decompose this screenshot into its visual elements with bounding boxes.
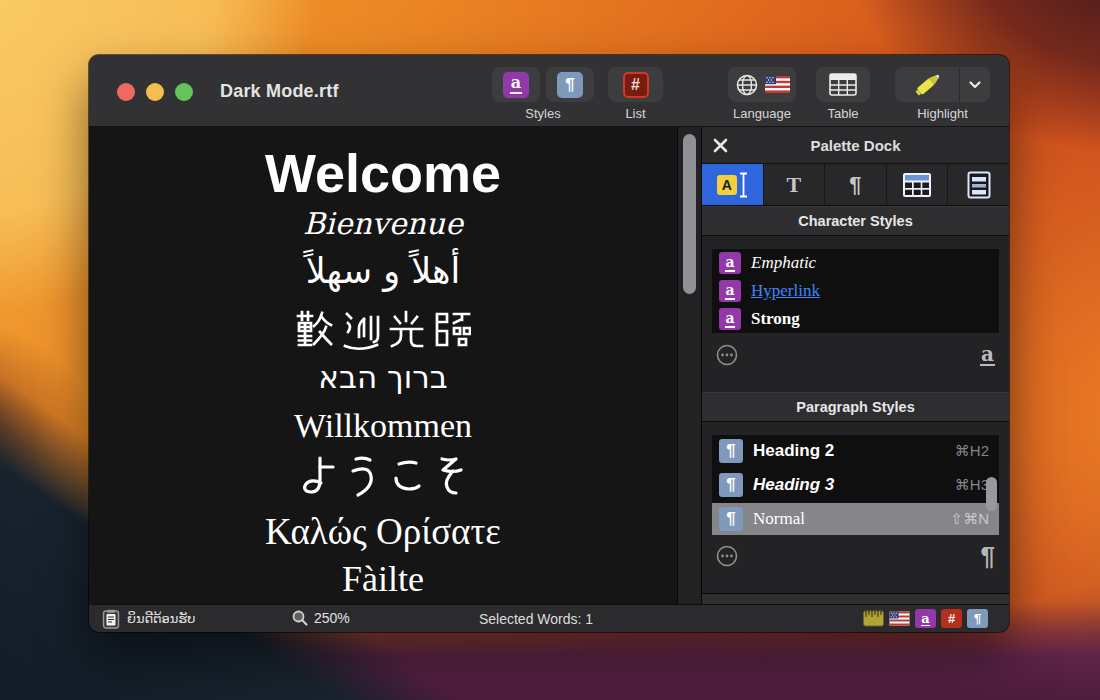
next-section-strip bbox=[702, 593, 1009, 604]
style-row-heading2[interactable]: ¶ Heading 2 ⌘H2 bbox=[712, 435, 999, 467]
toolbar-group-language: Language bbox=[728, 67, 796, 121]
list-icon: # bbox=[623, 72, 649, 98]
document-scrollbar-thumb[interactable] bbox=[683, 134, 696, 294]
us-flag-icon bbox=[765, 76, 790, 93]
style-row-normal[interactable]: ¶ Normal ⇧⌘N bbox=[712, 503, 999, 535]
window-titlebar: Dark Mode.rtf a ¶ Styles # bbox=[89, 55, 1009, 127]
tab-typography[interactable]: T bbox=[764, 164, 826, 205]
clipboard-icon[interactable] bbox=[102, 609, 120, 629]
doc-line-arabic: أهلاً و سهلاً bbox=[89, 251, 677, 291]
highlight-dropdown-button[interactable] bbox=[959, 67, 990, 102]
doc-line-german: Willkommen bbox=[89, 406, 677, 445]
sections-tab-icon bbox=[967, 171, 991, 199]
table-icon bbox=[829, 73, 857, 96]
paragraph-styles-list: ¶ Heading 2 ⌘H2 ¶ Heading 3 ⌘H3 ¶ Normal… bbox=[712, 435, 999, 535]
paragraph-tab-icon: ¶ bbox=[849, 172, 861, 198]
highlight-toolbar-label: Highlight bbox=[917, 106, 968, 121]
paragraph-style-icon: ¶ bbox=[719, 507, 743, 531]
tab-table[interactable] bbox=[887, 164, 949, 205]
status-bar: ຍິນດີຕ້ອນຮັບ 250% Selected Words: 1 bbox=[89, 604, 1009, 632]
doc-line-gaelic: Fàilte bbox=[89, 559, 677, 600]
document-area[interactable]: Welcome Bienvenue أهلاً و سهلاً bbox=[89, 127, 677, 604]
table-toolbar-label: Table bbox=[827, 106, 858, 121]
tab-character-styles[interactable]: A bbox=[702, 164, 764, 205]
status-language-text[interactable]: ຍິນດີຕ້ອນຮັບ bbox=[127, 611, 195, 626]
palette-close-icon[interactable] bbox=[713, 138, 728, 153]
character-style-icon: a bbox=[719, 252, 741, 274]
paragraph-styles-footer: ¶ bbox=[702, 535, 1009, 577]
list-toolbar-label: List bbox=[625, 106, 645, 121]
list-status-icon[interactable]: # bbox=[941, 609, 962, 628]
paragraph-style-icon: ¶ bbox=[557, 72, 583, 98]
doc-line-english: Welcome bbox=[89, 142, 677, 204]
status-icons: a # ¶ bbox=[863, 609, 988, 628]
document-scrollbar bbox=[677, 127, 701, 604]
style-row-heading3[interactable]: ¶ Heading 3 ⌘H3 bbox=[712, 469, 999, 501]
toolbar-group-highlight: Highlight bbox=[895, 67, 990, 121]
more-options-button[interactable] bbox=[716, 344, 738, 366]
language-flag-icon[interactable] bbox=[889, 609, 910, 628]
zoom-control[interactable]: 250% bbox=[292, 610, 350, 626]
paragraph-style-status-icon[interactable]: ¶ bbox=[967, 609, 988, 628]
paragraph-list-scrollbar-thumb[interactable] bbox=[986, 477, 997, 511]
paragraph-style-icon: ¶ bbox=[719, 473, 743, 497]
toolbar-group-styles: a ¶ Styles bbox=[492, 67, 594, 121]
ruler-icon[interactable] bbox=[863, 609, 884, 628]
character-style-status-icon[interactable]: a bbox=[915, 609, 936, 628]
character-style-icon: a bbox=[719, 280, 741, 302]
doc-line-hebrew: ברוך הבא bbox=[89, 360, 677, 396]
palette-tabs: A T ¶ bbox=[702, 164, 1009, 206]
magnifier-icon bbox=[292, 610, 308, 626]
window-body: Welcome Bienvenue أهلاً و سهلاً bbox=[89, 127, 1009, 604]
zoom-level: 250% bbox=[314, 610, 350, 626]
highlighter-icon bbox=[910, 70, 944, 100]
palette-dock-title: Palette Dock bbox=[810, 137, 900, 154]
globe-icon bbox=[735, 73, 759, 97]
close-window-button[interactable] bbox=[117, 83, 135, 101]
selected-words-count: Selected Words: 1 bbox=[479, 611, 593, 627]
table-button[interactable] bbox=[816, 67, 870, 102]
doc-line-chinese bbox=[89, 309, 677, 357]
character-style-button[interactable]: a bbox=[492, 67, 540, 102]
typography-tab-icon: T bbox=[787, 172, 802, 198]
character-styles-list: a Emphatic a Hyperlink a Strong bbox=[712, 249, 999, 333]
desktop-wallpaper: Dark Mode.rtf a ¶ Styles # bbox=[0, 0, 1100, 700]
paragraph-style-button[interactable]: ¶ bbox=[546, 67, 594, 102]
text-cursor-icon bbox=[739, 172, 748, 198]
traffic-lights bbox=[117, 83, 193, 101]
tab-sections[interactable] bbox=[948, 164, 1009, 205]
character-styles-header: Character Styles bbox=[702, 206, 1009, 236]
more-options-button[interactable] bbox=[716, 545, 738, 567]
palette-dock: Palette Dock A T ¶ bbox=[701, 127, 1009, 604]
paragraph-style-icon: ¶ bbox=[719, 439, 743, 463]
window-title: Dark Mode.rtf bbox=[220, 81, 339, 102]
character-palette-icon: A bbox=[717, 175, 737, 195]
chevron-down-icon bbox=[969, 81, 981, 89]
zoom-window-button[interactable] bbox=[175, 83, 193, 101]
toolbar-group-list: # List bbox=[608, 67, 663, 121]
character-styles-footer: a bbox=[702, 333, 1009, 377]
new-character-style-button[interactable]: a bbox=[980, 345, 995, 366]
doc-line-japanese bbox=[89, 454, 677, 504]
toolbar-group-table: Table bbox=[816, 67, 870, 121]
highlight-button[interactable] bbox=[895, 67, 959, 102]
list-button[interactable]: # bbox=[608, 67, 663, 102]
character-style-icon: a bbox=[503, 72, 529, 98]
doc-line-greek: Καλώς Ορίσατε bbox=[89, 511, 677, 554]
app-window: Dark Mode.rtf a ¶ Styles # bbox=[89, 55, 1009, 632]
language-toolbar-label: Language bbox=[733, 106, 791, 121]
tab-paragraph[interactable]: ¶ bbox=[825, 164, 887, 205]
palette-dock-header: Palette Dock bbox=[702, 127, 1009, 164]
minimize-window-button[interactable] bbox=[146, 83, 164, 101]
doc-line-french: Bienvenue bbox=[89, 207, 677, 242]
new-paragraph-style-button[interactable]: ¶ bbox=[981, 543, 995, 569]
character-style-icon: a bbox=[719, 308, 741, 330]
language-button[interactable] bbox=[728, 67, 796, 102]
style-row-emphatic[interactable]: a Emphatic bbox=[712, 249, 999, 277]
style-row-hyperlink[interactable]: a Hyperlink bbox=[712, 277, 999, 305]
styles-toolbar-label: Styles bbox=[525, 106, 560, 121]
table-palette-icon bbox=[902, 172, 932, 198]
style-row-strong[interactable]: a Strong bbox=[712, 305, 999, 333]
paragraph-styles-header: Paragraph Styles bbox=[702, 392, 1009, 422]
